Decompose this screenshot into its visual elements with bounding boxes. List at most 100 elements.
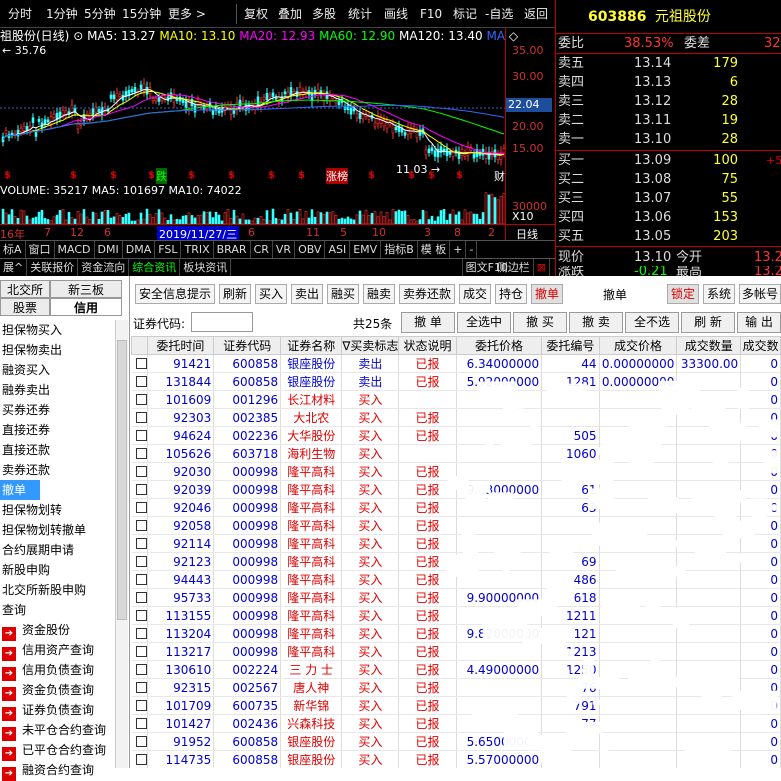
dividend-marker-icon[interactable]: $ — [70, 170, 77, 181]
f10-button[interactable]: F10 — [418, 5, 444, 23]
table-row[interactable]: 92030 000998 隆平高科 买入 已报 60 0 — [131, 462, 781, 481]
select-all-button[interactable]: 全选中 — [457, 312, 511, 333]
sidebar-item[interactable]: 直接还券 — [0, 420, 115, 440]
table-row[interactable]: 101609 001296 长江材料 买入 0 — [131, 390, 781, 409]
sidebar-item[interactable]: 直接还款 — [0, 440, 115, 460]
indicator-tab[interactable]: 窗口 — [26, 241, 55, 258]
row-checkbox[interactable] — [131, 498, 148, 517]
table-row[interactable]: 130610 002224 三 力 士买入 已报 4.49000000 1250 0 — [131, 660, 781, 679]
row-checkbox[interactable] — [131, 462, 148, 481]
sidebar-item[interactable]: 合约展期申请 — [0, 540, 115, 560]
dividend-marker-icon[interactable]: $ — [148, 170, 155, 181]
sidebar-subitem[interactable]: ➔ 未平仓合约查询 — [0, 720, 115, 741]
margin-buy-button[interactable]: 融买 — [327, 284, 359, 304]
info-tab-expand[interactable]: 展^ — [0, 259, 28, 276]
indicator-tab[interactable]: 标A — [0, 241, 26, 258]
ask-level-row[interactable]: 卖四 13.13 6 — [556, 73, 781, 92]
table-row[interactable]: 101427 002436 兴森科技 买入 已报 77 0 — [131, 714, 781, 733]
table-row[interactable]: 92039 000998 隆平高科 买入 已报 9.83000000 61 0 — [131, 480, 781, 499]
dividend-marker-icon[interactable]: $ — [188, 170, 195, 181]
column-header[interactable]: 委托编号 — [541, 336, 600, 355]
table-row[interactable]: 131844 600858 银座股份 卖出 已报 5.92000000 1281 0.0000… — [131, 372, 781, 391]
dividend-marker-icon[interactable]: $ — [298, 170, 305, 181]
indicator-tab[interactable]: FSL — [155, 241, 182, 258]
sidebar-item[interactable]: 融资买入 — [0, 360, 115, 380]
sidebar-scrollbar[interactable] — [115, 320, 128, 768]
period-tab-timeline[interactable]: 分时 — [6, 5, 34, 23]
volume-plot[interactable] — [0, 184, 505, 224]
indicator-tab[interactable]: TRIX — [181, 241, 214, 258]
table-row[interactable]: 92046 000998 隆平高科 买入 已报 63 0 — [131, 498, 781, 517]
ask-level-row[interactable]: 卖五 13.14 179 — [556, 54, 781, 73]
column-header[interactable]: 成交数量 — [676, 336, 742, 355]
security-code-input[interactable] — [191, 312, 253, 332]
indicator-tab[interactable]: EMV — [350, 241, 382, 258]
tab-stock[interactable]: 股票 — [0, 298, 50, 316]
indicator-tab[interactable]: BRAR — [214, 241, 251, 258]
sidebar-item[interactable]: 融券卖出 — [0, 380, 115, 400]
row-checkbox[interactable] — [131, 588, 148, 607]
column-header[interactable]: 委托时间 — [146, 336, 215, 355]
tab-neeq[interactable]: 新三板 — [50, 280, 122, 298]
table-row[interactable]: 92123 000998 隆平高科 买入 已报 69 0 — [131, 552, 781, 571]
sidebar-toggle[interactable]: 侧边栏 ⊠ — [491, 259, 553, 276]
kline-chart-panel[interactable]: 分时 1分钟 5分钟 15分钟 更多 > 复权 叠加 多股 统计 画线 F10 … — [0, 0, 555, 276]
table-row[interactable]: 94624 002236 大华股份 买入 已报 505 0 — [131, 426, 781, 445]
sidebar-item[interactable]: 卖券还款 — [0, 460, 115, 480]
indicator-tab[interactable]: - — [466, 241, 478, 258]
remove-watchlist-button[interactable]: -自选 — [483, 5, 515, 23]
ask-level-row[interactable]: 卖一 13.10 28 — [556, 130, 781, 149]
indicator-tab[interactable]: CR — [251, 241, 273, 258]
restore-rights-button[interactable]: 复权 — [242, 5, 270, 23]
table-row[interactable]: 113204 000998 隆平高科 买入 已报 9.82000000 121 0 — [131, 624, 781, 643]
row-checkbox[interactable] — [131, 372, 148, 391]
column-header[interactable]: 证券代码 — [213, 336, 282, 355]
dividend-marker-icon[interactable]: $ — [4, 170, 11, 181]
sidebar-item[interactable]: 查询 — [0, 600, 115, 620]
info-tab-related[interactable]: 关联报价 — [27, 259, 79, 276]
row-checkbox[interactable] — [131, 444, 148, 463]
row-checkbox[interactable] — [131, 534, 148, 553]
deals-button[interactable]: 成交 — [459, 284, 491, 304]
bid-level-row[interactable]: 买二 13.08 75 — [556, 170, 781, 189]
dividend-marker-icon[interactable]: $ — [428, 170, 435, 181]
table-row[interactable]: 94443 000998 隆平高科 买入 已报 486 0 — [131, 570, 781, 589]
bid-level-row[interactable]: 买一 13.09 100 +5 — [556, 151, 781, 170]
period-tab-5min[interactable]: 5分钟 — [82, 5, 118, 23]
column-header[interactable]: 状态说明 — [398, 336, 457, 355]
info-tab-news[interactable]: 综合资讯 — [129, 259, 181, 276]
tab-bse[interactable]: 北交所 — [0, 280, 50, 298]
row-checkbox[interactable] — [131, 570, 148, 589]
sell-repay-button[interactable]: 卖券还款 — [399, 284, 455, 304]
row-checkbox[interactable] — [131, 696, 148, 715]
row-checkbox[interactable] — [131, 480, 148, 499]
sidebar-subitem[interactable]: ➔ 资金负债查询 — [0, 680, 115, 701]
column-header[interactable] — [131, 336, 148, 355]
cancel-buys-button[interactable]: 撤 买 — [513, 312, 567, 333]
sidebar-subitem[interactable]: ➔ 信用负债查询 — [0, 660, 115, 681]
indicator-tab[interactable]: 模 板 — [418, 241, 451, 258]
table-row[interactable]: 101709 600735 新华锦 买入 已报 791 0 — [131, 696, 781, 715]
dividend-marker-icon[interactable]: $ — [228, 170, 235, 181]
mark-button[interactable]: 标记 — [451, 5, 479, 23]
row-checkbox[interactable] — [131, 678, 148, 697]
sidebar-subitem[interactable]: ➔ 资金股份 — [0, 620, 115, 641]
tab-credit[interactable]: 信用 — [50, 298, 122, 316]
up-rank-badge[interactable]: 涨榜 — [326, 168, 348, 184]
down-rank-badge[interactable]: 跌 — [156, 168, 167, 184]
dividend-marker-icon[interactable]: $ — [408, 170, 415, 181]
multi-stock-button[interactable]: 多股 — [310, 5, 338, 23]
positions-button[interactable]: 持仓 — [495, 284, 527, 304]
deselect-all-button[interactable]: 全不选 — [625, 312, 679, 333]
indicator-tab[interactable]: + — [450, 241, 467, 258]
indicator-tab[interactable]: ASI — [325, 241, 351, 258]
row-checkbox[interactable] — [131, 354, 148, 373]
column-header[interactable]: 委托价格 — [455, 336, 543, 355]
dividend-marker-icon[interactable]: $ — [268, 170, 275, 181]
dividend-marker-icon[interactable]: $ — [368, 170, 375, 181]
period-tab-15min[interactable]: 15分钟 — [120, 5, 163, 23]
sidebar-item[interactable]: 担保物卖出 — [0, 340, 115, 360]
row-checkbox[interactable] — [131, 714, 148, 733]
sidebar-subitem[interactable]: ➔ 已平仓合约查询 — [0, 740, 115, 761]
finance-badge[interactable]: 财 — [494, 168, 505, 184]
